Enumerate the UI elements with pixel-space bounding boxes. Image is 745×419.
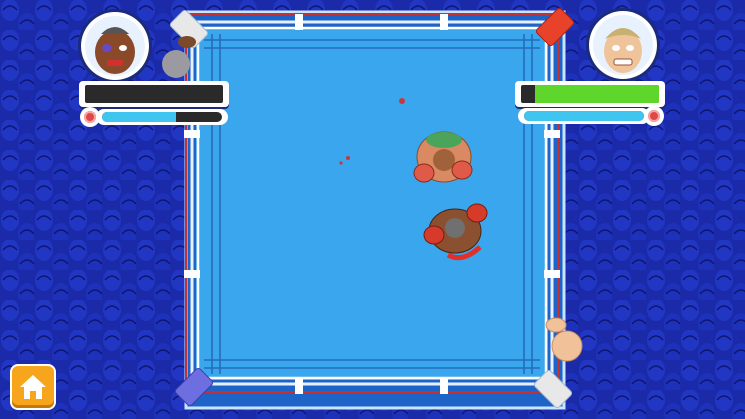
player-left-portrait xyxy=(81,12,149,80)
player-right-health-fill xyxy=(534,85,659,103)
player-right-stamina-track xyxy=(524,111,644,121)
home-icon xyxy=(20,375,46,399)
player-left-stamina-fill xyxy=(102,112,177,122)
player-right-stamina-icon xyxy=(644,106,664,126)
ring-canvas xyxy=(196,28,548,380)
bald-boxer-portrait-icon xyxy=(85,16,145,76)
player-left-stamina-pill xyxy=(96,109,228,125)
player-right-portrait xyxy=(589,11,657,79)
home-button[interactable] xyxy=(12,366,54,408)
player-left-health-panel xyxy=(79,81,229,107)
player-right-health-panel xyxy=(515,81,665,107)
player-right-stamina-fill xyxy=(524,111,644,121)
player-right-stamina-pill xyxy=(518,108,650,124)
player-left-stamina-track xyxy=(102,112,222,122)
blond-boxer-portrait-icon xyxy=(593,15,653,75)
player-left-health-track xyxy=(85,85,223,103)
player-right-health-track xyxy=(521,85,659,103)
player-left-stamina xyxy=(80,107,228,127)
player-right-stamina xyxy=(518,106,666,126)
